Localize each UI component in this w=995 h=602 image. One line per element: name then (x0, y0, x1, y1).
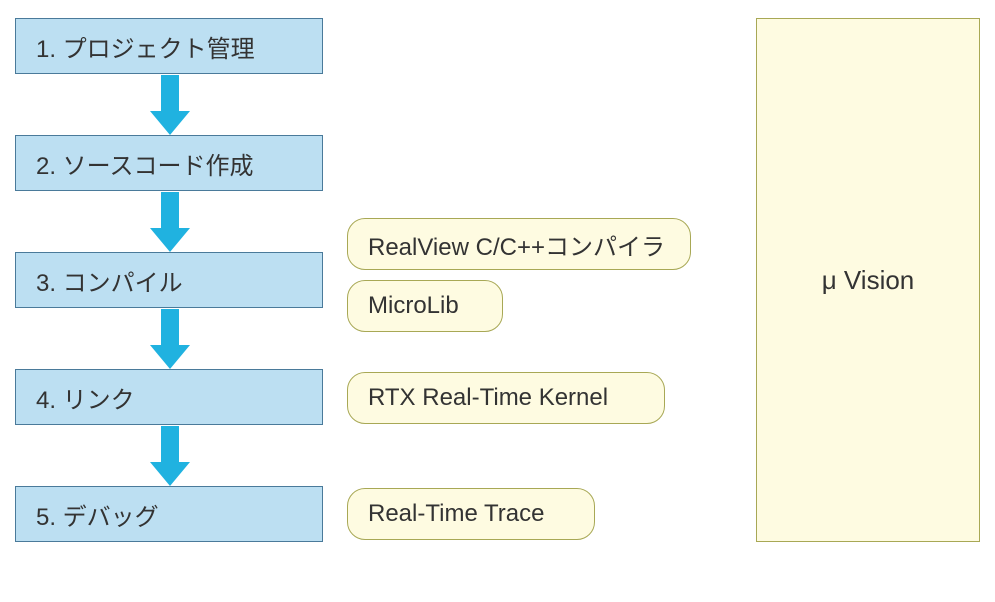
arrow-4 (152, 426, 188, 486)
component-box-trace: Real-Time Trace (347, 488, 595, 540)
step-box-5: 5. デバッグ (15, 486, 323, 542)
step-box-3: 3. コンパイル (15, 252, 323, 308)
ide-label: μ Vision (822, 265, 915, 296)
step-label-5: 5. デバッグ (36, 497, 159, 532)
component-box-microlib: MicroLib (347, 280, 503, 332)
arrow-1 (152, 75, 188, 135)
component-label-rtx: RTX Real-Time Kernel (368, 384, 608, 412)
step-box-4: 4. リンク (15, 369, 323, 425)
arrow-3 (152, 309, 188, 369)
ide-box: μ Vision (756, 18, 980, 542)
component-label-trace: Real-Time Trace (368, 500, 544, 528)
component-box-realview: RealView C/C++コンパイラ (347, 218, 691, 270)
step-box-1: 1. プロジェクト管理 (15, 18, 323, 74)
step-label-3: 3. コンパイル (36, 263, 183, 298)
step-label-1: 1. プロジェクト管理 (36, 29, 255, 64)
step-box-2: 2. ソースコード作成 (15, 135, 323, 191)
component-label-microlib: MicroLib (368, 292, 459, 320)
component-label-realview: RealView C/C++コンパイラ (368, 227, 665, 262)
component-box-rtx: RTX Real-Time Kernel (347, 372, 665, 424)
step-label-2: 2. ソースコード作成 (36, 146, 253, 181)
arrow-2 (152, 192, 188, 252)
step-label-4: 4. リンク (36, 380, 135, 415)
